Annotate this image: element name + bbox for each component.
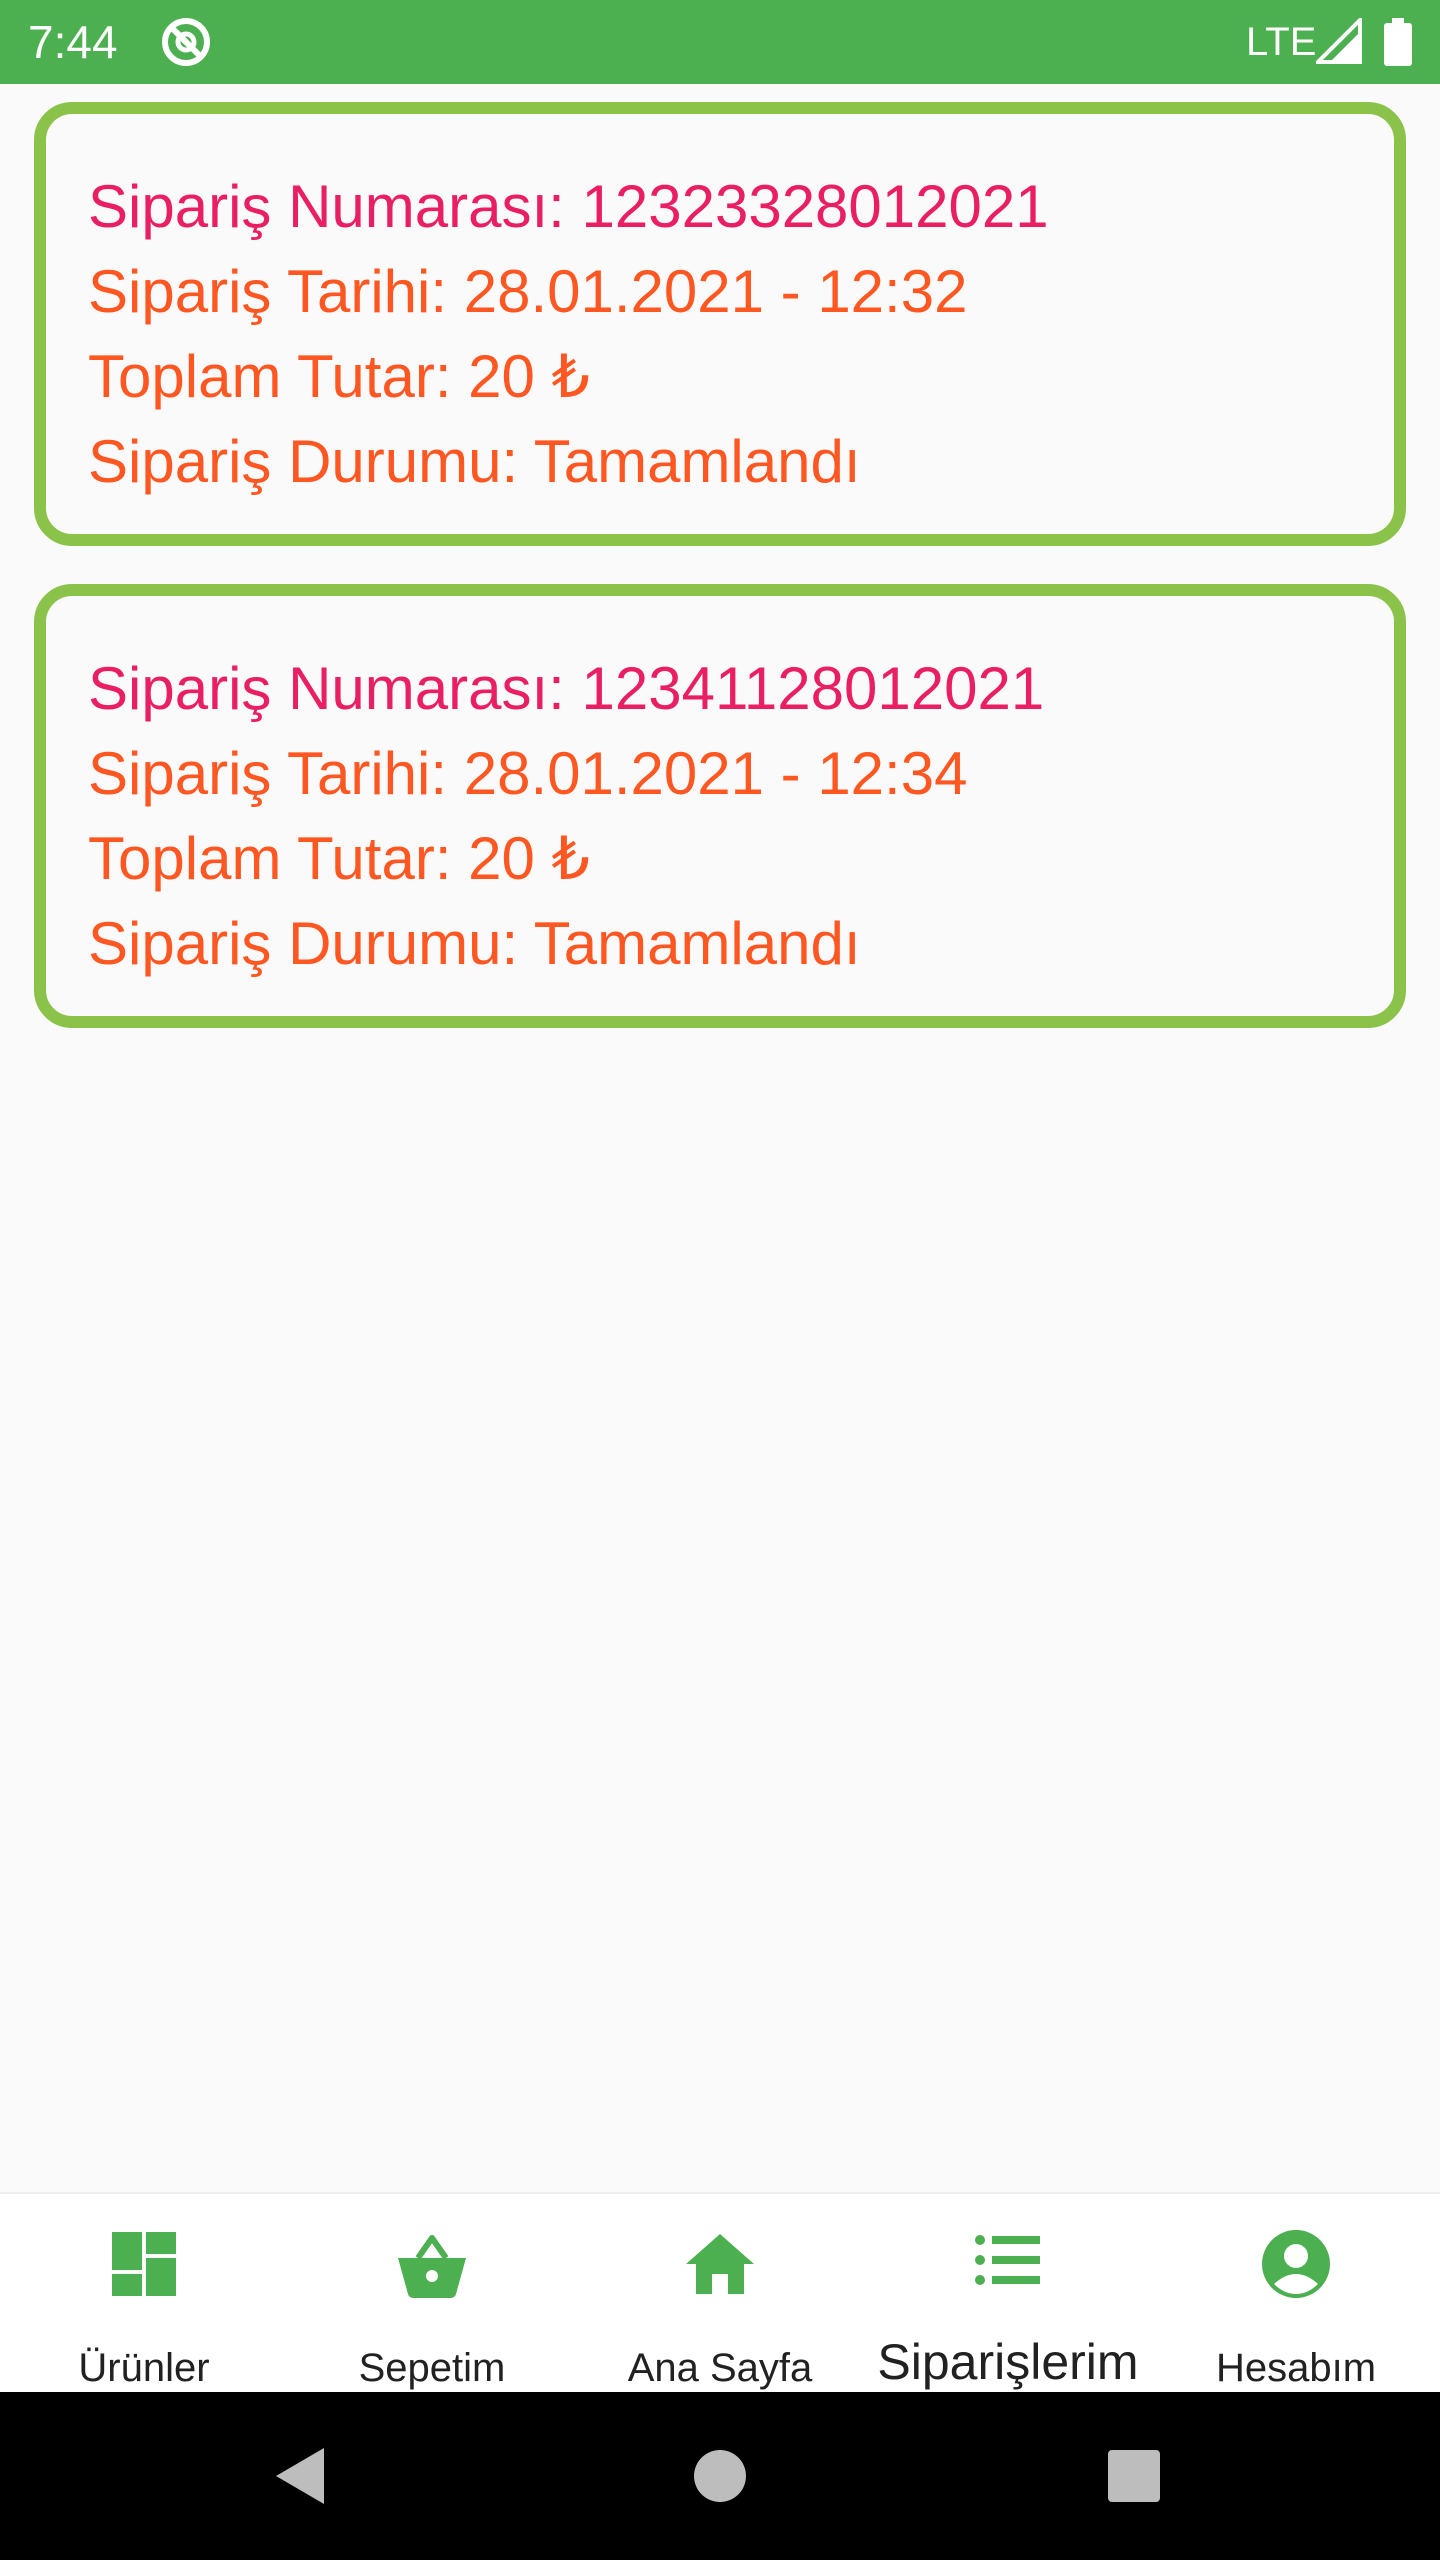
nav-item-siparislerim[interactable]: Siparişlerim [864,2194,1152,2394]
list-icon [975,2235,1040,2285]
status-time: 7:44 [28,16,118,68]
order-number: Sipariş Numarası: 12323328012021 [88,173,1049,240]
home-button-icon[interactable] [684,2440,756,2512]
nav-item-urunler[interactable]: Ürünler [0,2194,288,2394]
nav-label: Sepetim [358,2346,506,2390]
order-status: Sipariş Durumu: Tamamlandı [88,910,861,977]
order-list: Sipariş Numarası: 12323328012021 Sipariş… [34,102,1406,1066]
order-status: Sipariş Durumu: Tamamlandı [88,428,861,495]
nav-item-sepetim[interactable]: Sepetim [288,2194,576,2394]
battery-icon [1384,18,1412,66]
app-notification-icon [162,18,210,66]
basket-icon [398,2235,466,2298]
nav-label: Ürünler [78,2346,210,2390]
order-card[interactable]: Sipariş Numarası: 12323328012021 Sipariş… [34,102,1406,546]
nav-item-ana-sayfa[interactable]: Ana Sayfa [576,2194,864,2394]
home-icon [686,2234,754,2294]
nav-label: Siparişlerim [877,2334,1139,2390]
back-icon[interactable] [264,2440,336,2512]
status-bar: 7:44 LTE [0,0,1440,84]
order-number: Sipariş Numarası: 12341128012021 [88,655,1045,722]
system-navigation-bar [0,2392,1440,2560]
nav-item-hesabim[interactable]: Hesabım [1152,2194,1440,2394]
dashboard-icon [112,2232,176,2296]
nav-label: Hesabım [1215,2346,1377,2390]
order-date: Sipariş Tarihi: 28.01.2021 - 12:34 [88,740,968,807]
bottom-navigation: Ürünler Sepetim Ana Sayfa Siparişlerim H… [0,2192,1440,2394]
order-total: Toplam Tutar: 20 ₺ [88,825,590,892]
network-type: LTE [1246,20,1317,64]
order-total: Toplam Tutar: 20 ₺ [88,343,590,410]
recents-icon[interactable] [1098,2440,1170,2512]
order-card[interactable]: Sipariş Numarası: 12341128012021 Sipariş… [34,584,1406,1028]
account-icon [1262,2230,1330,2298]
signal-icon [1316,18,1362,64]
order-date: Sipariş Tarihi: 28.01.2021 - 12:32 [88,258,968,325]
nav-label: Ana Sayfa [627,2346,813,2390]
